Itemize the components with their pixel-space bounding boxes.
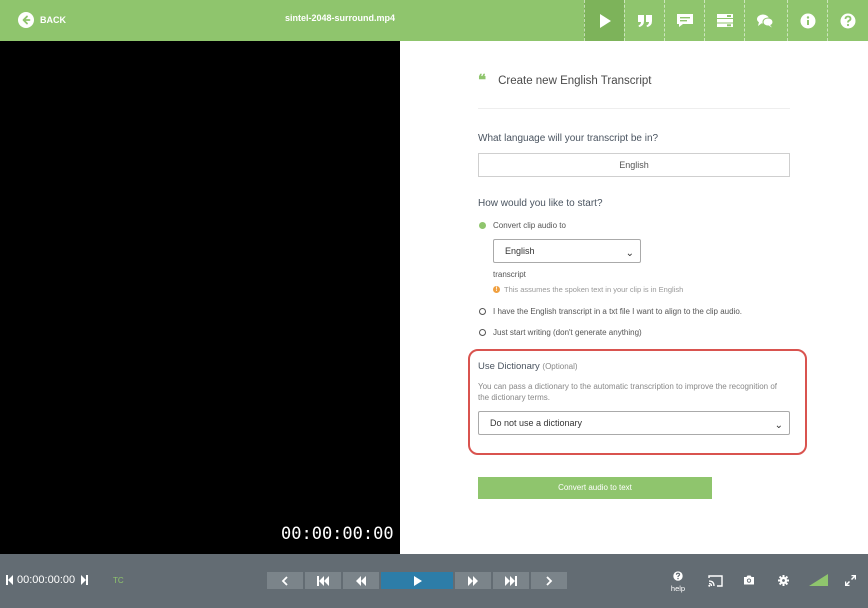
option-convert-label[interactable]: Convert clip audio to	[493, 221, 566, 230]
skip-back-icon	[317, 575, 329, 586]
file-name: sintel-2048-surround.mp4	[284, 13, 396, 23]
toolbar-chat-button[interactable]	[744, 0, 784, 41]
divider	[478, 108, 790, 109]
dictionary-label: Use Dictionary (Optional)	[478, 361, 578, 372]
back-button[interactable]: BACK	[18, 11, 66, 29]
video-timecode: 00:00:00:00	[281, 524, 394, 544]
cast-button[interactable]	[707, 574, 723, 587]
warning-icon: !	[493, 286, 500, 293]
dictionary-description: You can pass a dictionary to the automat…	[478, 382, 777, 402]
start-question: How would you like to start?	[478, 198, 603, 209]
convert-language-value: English	[505, 246, 535, 256]
volume-level-icon	[808, 574, 828, 586]
language-question: What language will your transcript be in…	[478, 133, 659, 144]
help-icon	[673, 571, 683, 581]
list-icon	[716, 14, 733, 27]
chat-icon	[756, 14, 773, 28]
skip-end-icon[interactable]	[80, 575, 89, 585]
option-convert-radio[interactable]	[479, 222, 486, 229]
arrow-left-icon	[18, 12, 34, 28]
next-button[interactable]	[531, 572, 567, 589]
fast-forward-button[interactable]	[455, 572, 491, 589]
bottom-timecode: 00:00:00:00	[6, 574, 89, 586]
panel-title-text: Create new English Transcript	[498, 75, 652, 87]
panel-title: ❝ Create new English Transcript	[478, 72, 652, 89]
toolbar-info-button[interactable]	[787, 0, 827, 41]
skip-forward-icon	[505, 575, 517, 586]
note-text: This assumes the spoken text in your cli…	[504, 285, 684, 294]
dictionary-select-value: Do not use a dictionary	[490, 418, 583, 428]
expand-icon	[845, 574, 856, 586]
volume-slider[interactable]	[808, 573, 828, 587]
skip-back-button[interactable]	[305, 572, 341, 589]
prev-button[interactable]	[267, 572, 303, 589]
back-label: BACK	[40, 15, 66, 25]
fast-forward-icon	[468, 575, 478, 586]
chevron-down-icon: ⌄	[774, 420, 783, 431]
camera-icon	[744, 575, 754, 585]
fullscreen-button[interactable]	[844, 574, 857, 586]
skip-start-icon[interactable]	[6, 575, 14, 585]
help-button[interactable]: help	[670, 570, 686, 594]
quote-icon	[637, 14, 652, 27]
settings-button[interactable]	[776, 574, 790, 586]
help-label: help	[670, 584, 686, 593]
video-player[interactable]	[0, 41, 400, 554]
rewind-icon	[356, 575, 366, 586]
toolbar-list-button[interactable]	[704, 0, 744, 41]
quote-icon: ❝	[478, 72, 487, 89]
rewind-button[interactable]	[343, 572, 379, 589]
play-icon	[413, 575, 422, 586]
dictionary-select[interactable]: Do not use a dictionary ⌄	[478, 411, 790, 435]
toolbar-subtitles-button[interactable]	[664, 0, 704, 41]
toolbar-play-button[interactable]	[584, 0, 624, 41]
convert-language-select[interactable]: English ⌄	[493, 239, 641, 263]
play-button[interactable]	[381, 572, 453, 589]
language-input[interactable]: English	[478, 153, 790, 177]
chevron-right-icon	[546, 575, 553, 586]
dictionary-label-text: Use Dictionary	[478, 361, 540, 372]
chevron-down-icon: ⌄	[625, 248, 634, 259]
comment-icon	[676, 14, 693, 27]
option-write-radio[interactable]	[479, 329, 486, 336]
help-icon	[840, 13, 855, 28]
skip-forward-button[interactable]	[493, 572, 529, 589]
language-note: ! This assumes the spoken text in your c…	[493, 285, 683, 294]
optional-tag: (Optional)	[542, 362, 578, 371]
option-write-label[interactable]: Just start writing (don't generate anyth…	[493, 328, 642, 337]
option-txt-label[interactable]: I have the English transcript in a txt f…	[493, 307, 742, 316]
toolbar-transcript-button[interactable]	[624, 0, 664, 41]
toolbar-help-button[interactable]	[827, 0, 867, 41]
snapshot-button[interactable]	[742, 574, 756, 586]
convert-audio-button[interactable]: Convert audio to text	[478, 477, 712, 499]
gear-icon	[777, 574, 789, 586]
info-icon	[800, 13, 815, 28]
play-icon	[599, 13, 611, 28]
bottom-timecode-text: 00:00:00:00	[17, 574, 76, 586]
transcript-word: transcript	[493, 270, 526, 279]
tc-label[interactable]: TC	[113, 576, 124, 585]
option-txt-radio[interactable]	[479, 308, 486, 315]
cast-icon	[707, 574, 723, 587]
chevron-left-icon	[281, 575, 288, 586]
